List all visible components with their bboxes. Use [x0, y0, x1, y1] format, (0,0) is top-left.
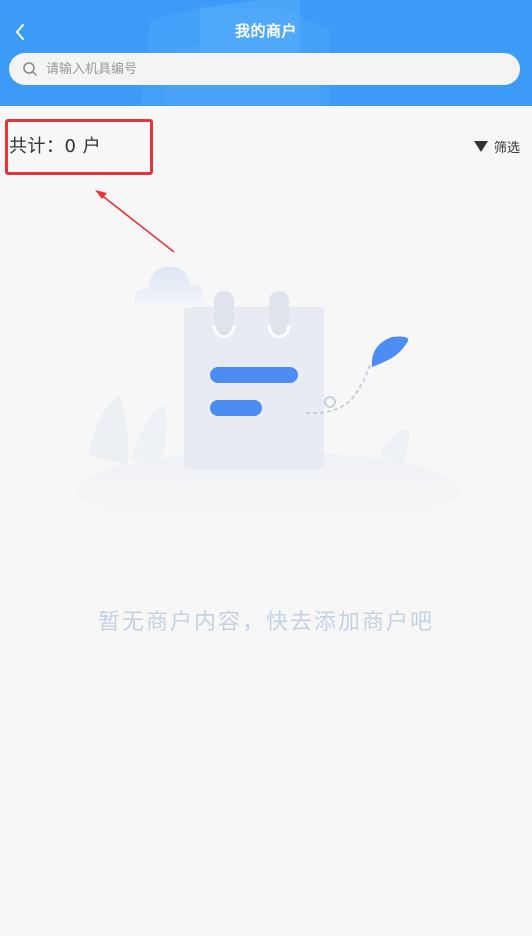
annotation-arrow: [95, 190, 175, 253]
page: 我的商户 共计：0 户 筛选: [0, 0, 532, 936]
empty-illustration: [76, 266, 460, 525]
triangle-down-icon: [473, 140, 488, 152]
page-title: 我的商户: [234, 22, 297, 40]
search-bar[interactable]: [9, 53, 520, 85]
search-input[interactable]: [46, 61, 486, 77]
header-bar: 我的商户: [0, 0, 532, 106]
filter-label: 筛选: [493, 140, 520, 156]
filter-button[interactable]: 筛选: [473, 136, 520, 156]
search-icon: [22, 61, 38, 77]
total-count: 共计：0 户: [9, 136, 102, 157]
empty-message: 暂无商户内容，快去添加商户吧: [97, 610, 434, 635]
